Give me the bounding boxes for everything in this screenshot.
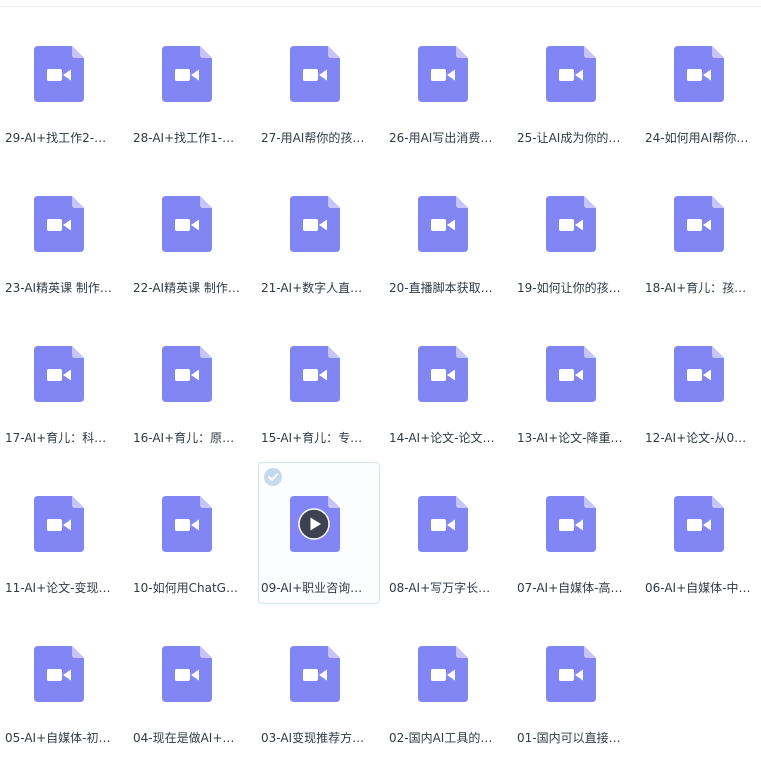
video-file-icon [290, 196, 340, 252]
file-item[interactable]: 07-AI+自媒体-高级… [514, 462, 636, 604]
file-item[interactable]: 09-AI+职业咨询变… [258, 462, 380, 604]
file-name: 21-AI+数字人直播… [261, 281, 373, 295]
video-file-icon [418, 646, 468, 702]
video-file-icon [290, 646, 340, 702]
file-name: 14-AI+论文-论文降… [389, 431, 501, 445]
file-name: 04-现在是做AI+自… [133, 731, 245, 745]
file-item[interactable]: 11-AI+论文-变现概… [2, 462, 124, 604]
file-name: 07-AI+自媒体-高级… [517, 581, 629, 595]
file-name: 09-AI+职业咨询变… [261, 581, 373, 595]
file-name: 10-如何用ChatGP… [133, 581, 245, 595]
file-name: 15-AI+育儿：专家… [261, 431, 373, 445]
file-item[interactable]: 26-用AI写出消费者… [386, 12, 508, 154]
file-item[interactable]: 24-如何用AI帮你完… [642, 12, 761, 154]
play-circle-icon[interactable] [298, 508, 330, 540]
video-file-icon [546, 496, 596, 552]
file-item[interactable]: 21-AI+数字人直播… [258, 162, 380, 304]
video-file-icon [674, 496, 724, 552]
file-name: 12-AI+论文-从0到… [645, 431, 757, 445]
video-file-icon [34, 46, 84, 102]
video-file-icon [674, 46, 724, 102]
file-name: 24-如何用AI帮你完… [645, 131, 757, 145]
file-name: 27-用AI帮你的孩子… [261, 131, 373, 145]
video-file-icon [162, 46, 212, 102]
video-file-icon [162, 646, 212, 702]
file-item[interactable]: 01-国内可以直接… [514, 612, 636, 754]
file-name: 28-AI+找工作1-简… [133, 131, 245, 145]
file-name: 05-AI+自媒体-初级… [5, 731, 117, 745]
file-name: 20-直播脚本获取… [389, 281, 493, 295]
file-name: 02-国内AI工具的高… [389, 731, 501, 745]
video-file-icon [418, 46, 468, 102]
video-file-icon [290, 46, 340, 102]
file-name: 29-AI+找工作2-自… [5, 131, 117, 145]
file-item[interactable]: 14-AI+论文-论文降… [386, 312, 508, 454]
file-name: 06-AI+自媒体-中级… [645, 581, 757, 595]
file-name: 26-用AI写出消费者… [389, 131, 501, 145]
file-item[interactable]: 16-AI+育儿：原理… [130, 312, 252, 454]
video-file-icon [290, 346, 340, 402]
file-name: 08-AI+写万字长文… [389, 581, 501, 595]
file-grid: 29-AI+找工作2-自… 28-AI+找工作1-简… 27-用AI帮你的孩子… 26… [0, 0, 761, 782]
file-item[interactable]: 05-AI+自媒体-初级… [2, 612, 124, 754]
file-name: 23-AI精英课 制作… [5, 281, 112, 295]
video-file-icon [418, 196, 468, 252]
video-file-icon [34, 346, 84, 402]
file-item[interactable]: 20-直播脚本获取… [386, 162, 508, 304]
file-item[interactable]: 19-如何让你的孩… [514, 162, 636, 304]
video-file-icon [418, 496, 468, 552]
file-item[interactable]: 22-AI精英课 制作… [130, 162, 252, 304]
file-item[interactable]: 02-国内AI工具的高… [386, 612, 508, 754]
file-item[interactable]: 03-AI变现推荐方式… [258, 612, 380, 754]
video-file-icon [418, 346, 468, 402]
file-name: 22-AI精英课 制作… [133, 281, 240, 295]
file-item[interactable]: 17-AI+育儿：科学… [2, 312, 124, 454]
file-item[interactable]: 18-AI+育儿：孩子… [642, 162, 761, 304]
file-item[interactable]: 15-AI+育儿：专家… [258, 312, 380, 454]
file-item[interactable]: 23-AI精英课 制作… [2, 162, 124, 304]
file-item[interactable]: 10-如何用ChatGP… [130, 462, 252, 604]
video-file-icon [162, 346, 212, 402]
video-file-icon [34, 646, 84, 702]
file-name: 13-AI+论文-降重概… [517, 431, 629, 445]
file-name: 18-AI+育儿：孩子… [645, 281, 757, 295]
file-item[interactable]: 12-AI+论文-从0到… [642, 312, 761, 454]
video-file-icon [546, 196, 596, 252]
video-file-icon [674, 346, 724, 402]
file-item[interactable]: 04-现在是做AI+自… [130, 612, 252, 754]
file-item[interactable]: 29-AI+找工作2-自… [2, 12, 124, 154]
video-file-icon [546, 346, 596, 402]
file-name: 16-AI+育儿：原理… [133, 431, 245, 445]
video-file-icon [546, 646, 596, 702]
file-name: 01-国内可以直接… [517, 731, 621, 745]
file-item[interactable]: 25-让AI成为你的个… [514, 12, 636, 154]
file-item[interactable]: 13-AI+论文-降重概… [514, 312, 636, 454]
video-file-icon [34, 496, 84, 552]
file-item[interactable]: 27-用AI帮你的孩子… [258, 12, 380, 154]
file-name: 17-AI+育儿：科学… [5, 431, 117, 445]
file-item[interactable]: 28-AI+找工作1-简… [130, 12, 252, 154]
file-item[interactable]: 08-AI+写万字长文… [386, 462, 508, 604]
video-file-icon [162, 196, 212, 252]
video-file-icon [162, 496, 212, 552]
file-name: 19-如何让你的孩… [517, 281, 621, 295]
file-item[interactable]: 06-AI+自媒体-中级… [642, 462, 761, 604]
file-name: 03-AI变现推荐方式… [261, 731, 373, 745]
file-name: 25-让AI成为你的个… [517, 131, 629, 145]
check-circle-icon[interactable] [264, 468, 282, 486]
file-name: 11-AI+论文-变现概… [5, 581, 117, 595]
video-file-icon [546, 46, 596, 102]
video-file-icon [34, 196, 84, 252]
video-file-icon [674, 196, 724, 252]
